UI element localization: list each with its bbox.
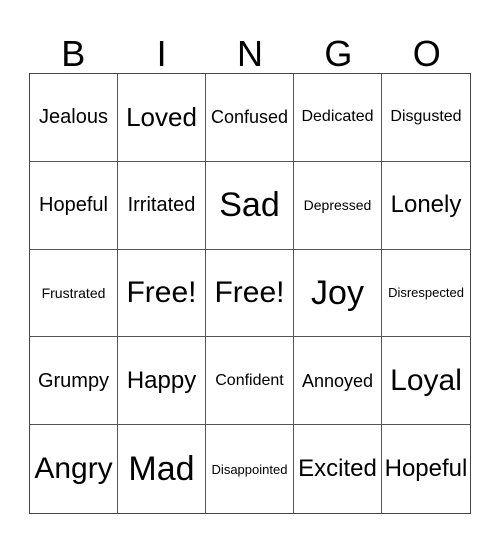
bingo-cell[interactable]: Hopeful bbox=[30, 161, 118, 250]
bingo-cell[interactable]: Jealous bbox=[30, 74, 118, 162]
bingo-cell[interactable]: Loved bbox=[118, 74, 206, 162]
bingo-cell[interactable]: Irritated bbox=[118, 161, 206, 250]
header-letter-i: I bbox=[156, 32, 167, 74]
bingo-cell[interactable]: Disrespected bbox=[382, 250, 470, 338]
header-letter-n: N bbox=[236, 32, 263, 74]
bingo-cell[interactable]: Depressed bbox=[294, 161, 382, 250]
header-letter-b: B bbox=[61, 32, 86, 74]
bingo-cell[interactable]: Mad bbox=[118, 425, 206, 513]
bingo-cell[interactable]: Hopeful bbox=[382, 425, 470, 513]
bingo-cell[interactable]: Grumpy bbox=[30, 337, 118, 426]
free-space-cell[interactable]: Free! bbox=[118, 249, 206, 338]
bingo-cell[interactable]: Joy bbox=[294, 249, 382, 338]
bingo-cell[interactable]: Lonely bbox=[382, 162, 470, 250]
bingo-cell[interactable]: Confused bbox=[206, 74, 294, 162]
bingo-cell[interactable]: Disgusted bbox=[382, 74, 470, 162]
bingo-cell[interactable]: Disappointed bbox=[206, 425, 294, 513]
bingo-cell[interactable]: Happy bbox=[118, 337, 206, 426]
header-letter-o: O bbox=[412, 32, 441, 74]
bingo-cell[interactable]: Frustrated bbox=[30, 249, 118, 338]
bingo-cell[interactable]: Confident bbox=[206, 337, 294, 426]
bingo-cell[interactable]: Angry bbox=[30, 425, 118, 513]
bingo-cell[interactable]: Annoyed bbox=[294, 337, 382, 426]
bingo-cell[interactable]: Dedicated bbox=[294, 74, 382, 162]
bingo-cell[interactable]: Sad bbox=[206, 161, 294, 250]
header-letter-g: G bbox=[324, 32, 353, 74]
free-space-cell[interactable]: Free! bbox=[206, 249, 294, 338]
bingo-cell[interactable]: Loyal bbox=[382, 337, 470, 426]
bingo-header: B I N G O bbox=[29, 28, 471, 73]
bingo-board: Jealous Loved Confused Dedicated Disgust… bbox=[29, 73, 471, 514]
bingo-cell[interactable]: Excited bbox=[294, 425, 382, 513]
